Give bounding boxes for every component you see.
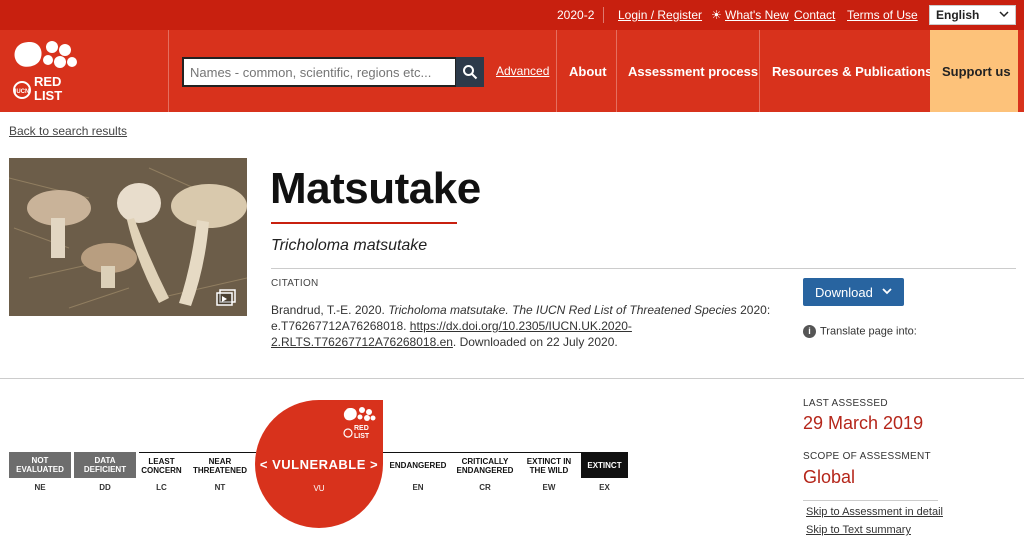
- translate-widget[interactable]: i Translate page into:: [803, 325, 917, 338]
- category-code: CR: [479, 483, 491, 492]
- skip-to-assessment-link[interactable]: Skip to Assessment in detail: [806, 506, 943, 518]
- category-nt: NEAR THREATENED: [184, 452, 256, 478]
- category-label: ENDANGERED: [389, 461, 447, 470]
- search-button[interactable]: [456, 57, 484, 87]
- support-us-label: Support us: [942, 64, 1011, 79]
- download-label: Download: [815, 285, 873, 300]
- chevron-right-icon[interactable]: >: [370, 457, 378, 472]
- terms-link[interactable]: Terms of Use: [847, 8, 918, 22]
- citation-end: . Downloaded on 22 July 2020.: [452, 335, 618, 349]
- whats-new-link[interactable]: What's New: [725, 8, 789, 22]
- divider: [616, 30, 617, 112]
- contact-link[interactable]: Contact: [794, 8, 835, 22]
- red-list-logo[interactable]: IUCN RED LIST: [10, 38, 80, 104]
- species-scientific-name: Tricholoma matsutake: [271, 237, 428, 254]
- translate-label: Translate page into:: [820, 325, 917, 338]
- citation-text: Brandrud, T.-E. 2020. Tricholoma matsuta…: [271, 302, 771, 350]
- species-photo[interactable]: [9, 158, 247, 316]
- divider: [0, 378, 1024, 379]
- category-ex: EXTINCT: [581, 452, 628, 478]
- category-label: CRITICALLY ENDANGERED: [456, 456, 514, 475]
- category-label: EXTINCT IN THE WILD: [526, 456, 572, 475]
- divider: [759, 30, 760, 112]
- chevron-down-icon: [999, 11, 1009, 18]
- category-code: DD: [99, 483, 111, 492]
- category-cr: CRITICALLY ENDANGERED: [453, 452, 517, 478]
- category-code: EN: [412, 483, 424, 492]
- chevron-left-icon[interactable]: <: [260, 457, 268, 472]
- nav-about[interactable]: About: [569, 64, 607, 79]
- scope-value: Global: [803, 467, 856, 487]
- last-assessed-label: LAST ASSESSED: [803, 398, 888, 409]
- back-to-search-link[interactable]: Back to search results: [9, 124, 127, 138]
- divider: [168, 30, 169, 112]
- current-category-label[interactable]: < VULNERABLE >: [255, 457, 383, 472]
- category-dd: DATA DEFICIENT: [74, 452, 136, 478]
- category-code: EW: [542, 483, 556, 492]
- login-register-link[interactable]: Login / Register: [618, 8, 702, 22]
- search-input[interactable]: [182, 57, 457, 87]
- category-label: NOT EVALUATED: [16, 456, 64, 474]
- version-label: 2020-2: [557, 8, 595, 22]
- top-bar: 2020-2 Login / Register ☀ What's New Con…: [0, 0, 1024, 30]
- language-value: English: [936, 8, 980, 22]
- advanced-search-link[interactable]: Advanced: [496, 64, 549, 78]
- info-icon: i: [803, 325, 816, 338]
- logo-text-list: LIST: [34, 88, 62, 103]
- citation-label: CITATION: [271, 278, 319, 289]
- citation-author: Brandrud, T.-E. 2020.: [271, 303, 389, 317]
- category-label: DATA DEFICIENT: [83, 456, 127, 474]
- nav-resources-publications[interactable]: Resources & Publications: [772, 64, 932, 79]
- download-button[interactable]: Download: [803, 278, 904, 306]
- language-select[interactable]: English: [929, 5, 1016, 25]
- divider: [803, 500, 938, 501]
- current-category-code: VU: [313, 484, 325, 493]
- divider: [603, 7, 604, 23]
- gallery-icon[interactable]: [216, 289, 236, 307]
- category-label: LEAST CONCERN: [141, 456, 182, 475]
- svg-text:IUCN: IUCN: [15, 89, 30, 95]
- species-common-name: Matsutake: [270, 164, 481, 213]
- divider: [556, 30, 557, 112]
- svg-text:LIST: LIST: [354, 433, 370, 440]
- category-label: EXTINCT: [587, 460, 622, 470]
- category-ew: EXTINCT IN THE WILD: [517, 452, 581, 478]
- category-label: NEAR THREATENED: [192, 456, 248, 475]
- search-icon: [463, 65, 478, 80]
- category-code: LC: [156, 483, 167, 492]
- skip-to-summary-link[interactable]: Skip to Text summary: [806, 524, 911, 536]
- vulnerable-text: VULNERABLE: [272, 457, 366, 472]
- scope-label: SCOPE OF ASSESSMENT: [803, 451, 931, 462]
- category-code: NT: [214, 483, 226, 492]
- logo-text-red: RED: [34, 74, 61, 89]
- main-header: IUCN RED LIST Advanced About Assessment …: [0, 30, 1024, 112]
- title-underline: [271, 222, 457, 224]
- category-ne: NOT EVALUATED: [9, 452, 71, 478]
- sun-icon: ☀: [711, 8, 722, 22]
- nav-support-us[interactable]: Support us: [930, 30, 1018, 112]
- category-lc: LEAST CONCERN: [139, 452, 184, 478]
- last-assessed-value: 29 March 2019: [803, 413, 924, 433]
- category-en: ENDANGERED: [383, 452, 453, 478]
- nav-assessment-process[interactable]: Assessment process: [628, 64, 758, 79]
- red-list-logo-small: RED LIST: [342, 406, 378, 440]
- svg-text:RED: RED: [354, 425, 369, 432]
- divider: [271, 268, 1016, 269]
- category-code: NE: [34, 483, 46, 492]
- chevron-down-icon: [882, 288, 892, 295]
- category-code: EX: [599, 483, 610, 492]
- citation-italic: Tricholoma matsutake. The IUCN Red List …: [388, 303, 737, 317]
